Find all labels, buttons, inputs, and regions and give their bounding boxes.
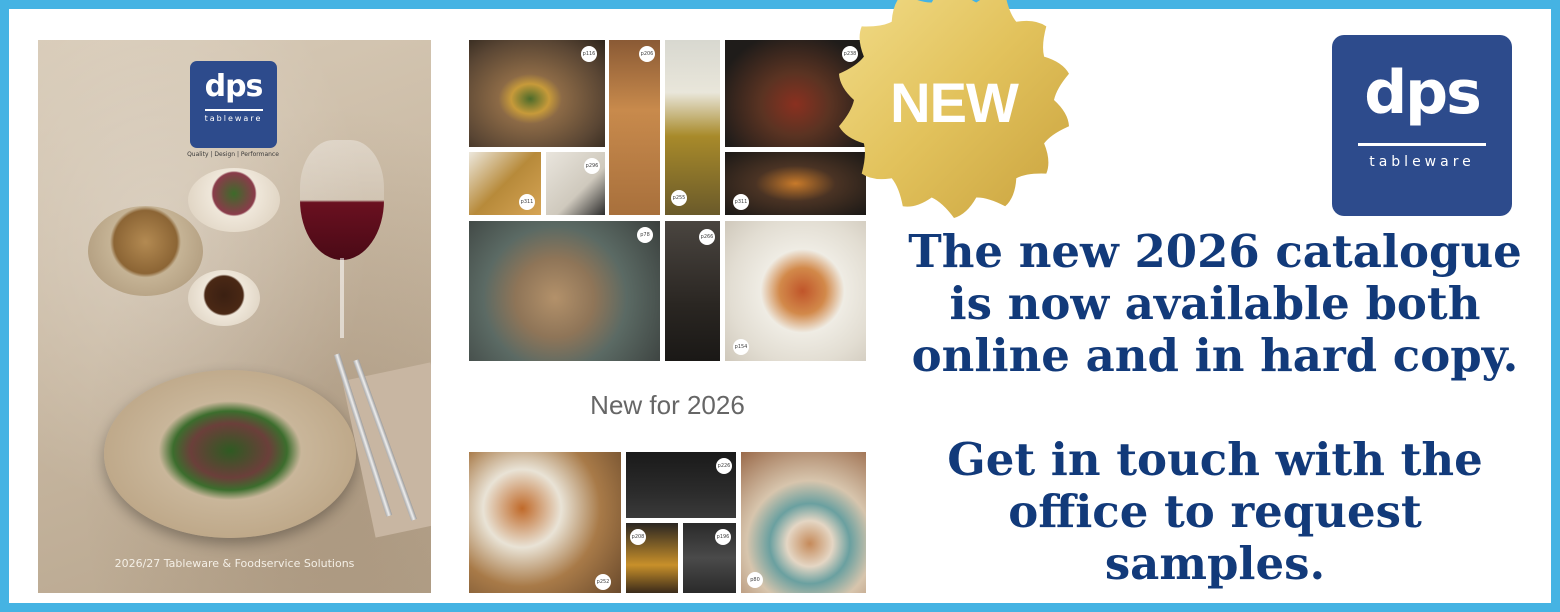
new-badge: NEW: [834, 0, 1074, 223]
wine-glass-graphic: [300, 140, 384, 260]
cover-logo-divider: [204, 109, 263, 111]
photo-tile-stoneware: p78: [469, 221, 660, 361]
page-ref: p311: [733, 194, 749, 210]
photo-tile-cutlery: p196: [683, 523, 736, 593]
catalogue-cover-image[interactable]: dps tableware Quality | Design | Perform…: [38, 40, 431, 593]
page-ref: p116: [581, 46, 597, 62]
new-badge-label: NEW: [890, 71, 1019, 134]
salad-bowl-graphic: [188, 168, 280, 232]
page-ref: p80: [747, 572, 763, 588]
page-ref: p206: [639, 46, 655, 62]
contact-line: samples.: [1104, 537, 1326, 590]
page-ref: p311: [519, 194, 535, 210]
cover-footer-text: 2026/27 Tableware & Foodservice Solution…: [114, 557, 355, 570]
sauce-bowl-graphic: [188, 270, 260, 326]
photo-tile-jars: p311: [469, 152, 541, 215]
dps-tableware-logo[interactable]: dps tableware: [1332, 35, 1512, 216]
brand-logo-text: dps: [1364, 58, 1482, 128]
lamb-plate-graphic: [104, 370, 356, 538]
photo-tile-glasses: p226: [626, 452, 736, 518]
announcement-line: The new 2026 catalogue: [908, 225, 1522, 278]
collage-heading: New for 2026: [590, 390, 745, 420]
cover-logo: dps tableware: [190, 61, 277, 148]
announcement-line: is now available both: [949, 277, 1481, 330]
page-ref: p226: [716, 458, 732, 474]
brand-logo-subtext: tableware: [1369, 154, 1475, 170]
page-ref: p255: [671, 190, 687, 206]
photo-tile-patterned-plate: p80: [741, 452, 866, 593]
cover-logo-text: dps: [204, 69, 264, 104]
potato-bowl-graphic: [88, 206, 203, 296]
photo-tile-soup: p252: [469, 452, 621, 593]
photo-tile-pasta: p154: [725, 221, 866, 361]
announcement-text: The new 2026 catalogue is now available …: [880, 226, 1550, 382]
photo-tile-bar-spoon: p266: [665, 221, 720, 361]
page-ref: p252: [595, 574, 611, 590]
page-ref: p78: [637, 227, 653, 243]
photo-tile-bread: p206: [609, 40, 660, 215]
page-ref: p296: [584, 158, 600, 174]
page-ref: p208: [630, 529, 646, 545]
wine-glass-stem: [340, 258, 344, 338]
cover-logo-subtext: tableware: [204, 114, 263, 123]
page-ref: p196: [715, 529, 731, 545]
contact-line: Get in touch with the: [947, 433, 1483, 486]
photo-tile-tumbler: p208: [626, 523, 678, 593]
catalogue-page-image[interactable]: p116 p206 p255 p238 p311 p296 p311 p78 p…: [469, 40, 866, 593]
page-ref: p266: [699, 229, 715, 245]
contact-line: office to request: [1008, 485, 1422, 538]
page-ref: p154: [733, 339, 749, 355]
announcement-line: online and in hard copy.: [911, 329, 1519, 382]
cover-tagline: Quality | Design | Performance: [187, 151, 279, 158]
photo-tile-lamp: p296: [546, 152, 605, 215]
photo-tile-plate: p116: [469, 40, 605, 147]
brand-logo-divider: [1358, 143, 1486, 146]
photo-tile-oil-bottle: p255: [665, 40, 720, 215]
contact-text: Get in touch with the office to request …: [880, 434, 1550, 590]
